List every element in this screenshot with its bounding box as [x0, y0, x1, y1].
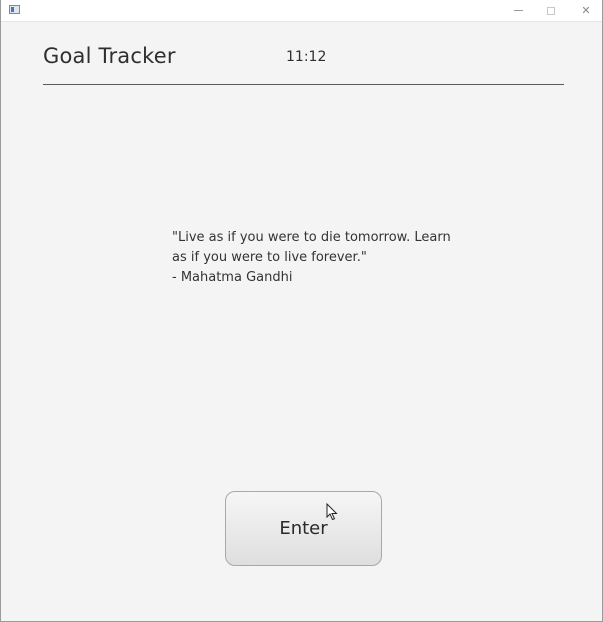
maximize-button[interactable]: [536, 0, 566, 21]
close-button[interactable]: ✕: [571, 0, 601, 21]
close-icon: ✕: [581, 4, 591, 17]
quote-author: - Mahatma Gandhi: [172, 270, 293, 285]
mouse-cursor-icon: [326, 503, 338, 521]
header-divider: [43, 84, 564, 85]
minimize-button[interactable]: [503, 0, 533, 21]
app-icon: [9, 5, 20, 14]
quote-line-2: as if you were to live forever.": [172, 250, 367, 265]
page-title: Goal Tracker: [43, 44, 176, 68]
maximize-icon: [547, 6, 555, 15]
window-titlebar[interactable]: ✕: [1, 0, 602, 22]
quote-line-1: "Live as if you were to die tomorrow. Le…: [172, 230, 451, 245]
app-window: ✕ Goal Tracker 11:12 "Live as if you wer…: [0, 0, 603, 622]
clock-time: 11:12: [286, 49, 327, 65]
quote-block: "Live as if you were to die tomorrow. Le…: [172, 228, 451, 288]
enter-button[interactable]: Enter: [225, 491, 382, 566]
minimize-icon: [513, 10, 523, 11]
